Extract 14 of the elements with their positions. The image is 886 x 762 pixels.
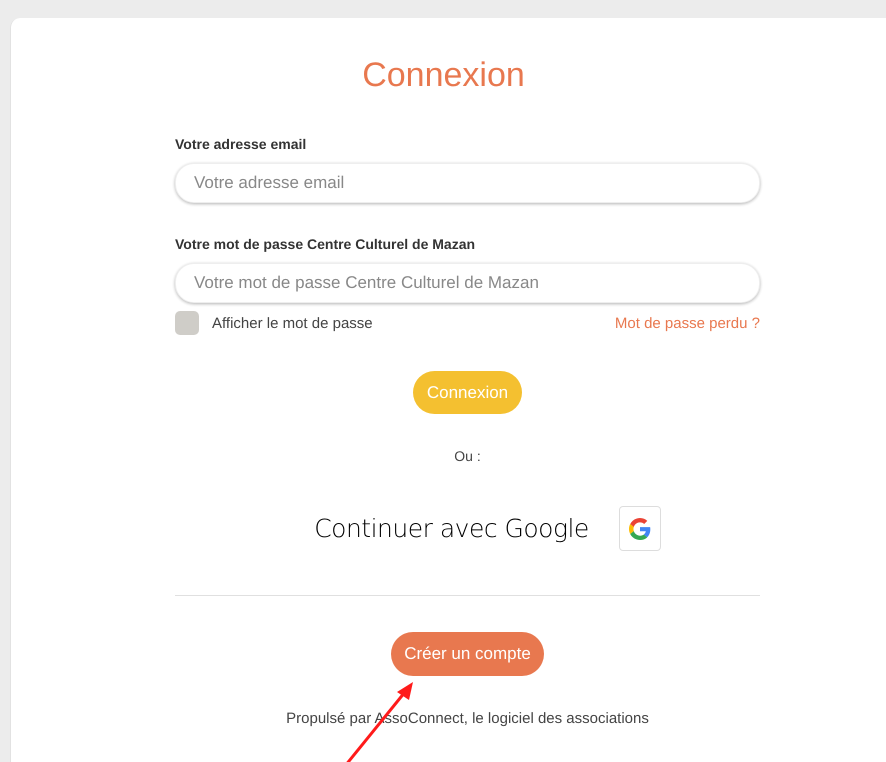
separator-text: Ou : (454, 448, 481, 464)
field-label: Votre adresse email (175, 136, 308, 152)
checkbox-label: Afficher le mot de passe (212, 314, 373, 332)
google-label: Continuer avec Google (314, 514, 589, 543)
page-title: Connexion (361, 55, 526, 96)
google-button[interactable] (618, 506, 661, 551)
checkbox[interactable] (175, 311, 199, 335)
input-field[interactable]: Votre adresse email (175, 163, 760, 203)
field-label: Votre mot de passe Centre Culturel de Mazan (175, 236, 476, 252)
login-button[interactable]: Connexion (412, 371, 522, 414)
create-account-button[interactable]: Créer un compte (391, 632, 544, 676)
input-field[interactable]: Votre mot de passe Centre Culturel de Mazan (175, 263, 760, 303)
forgot-password-link[interactable]: Mot de passe perdu ? (614, 314, 760, 332)
google-icon (628, 518, 651, 540)
